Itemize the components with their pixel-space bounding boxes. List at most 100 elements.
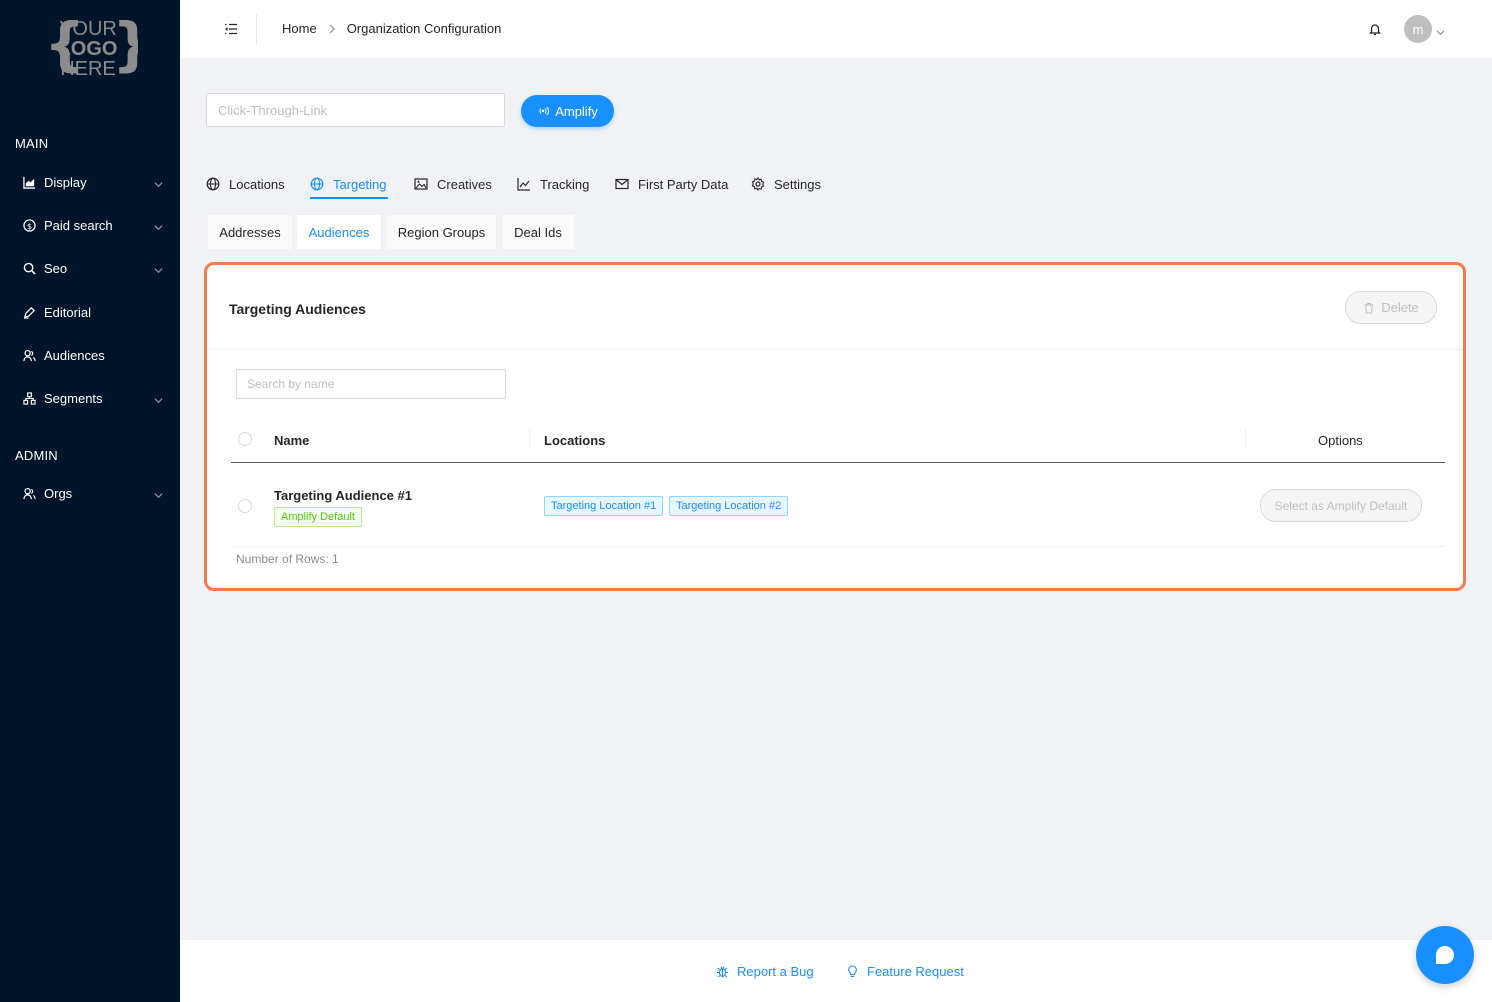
logo: { } YOUR LOGO HERE (38, 10, 153, 84)
globe-icon (310, 177, 324, 191)
sidebar-item-seo[interactable]: Seo (0, 250, 180, 286)
logo-line-1: YOUR (59, 18, 117, 40)
bug-icon (717, 966, 728, 978)
line-chart-icon (517, 178, 530, 191)
sidebar-item-label: Editorial (44, 304, 91, 320)
search-icon (22, 261, 36, 275)
breadcrumb: Home Organization Configuration (282, 21, 501, 36)
select-all-radio[interactable] (238, 432, 252, 446)
breadcrumb-current: Organization Configuration (346, 21, 502, 36)
sidebar-item-label: Segments (44, 390, 103, 406)
chevron-down-icon (154, 177, 163, 188)
tab-label: Creatives (437, 176, 492, 192)
section-label-admin: ADMIN (15, 448, 58, 463)
chat-bubble-icon (1436, 946, 1454, 964)
subtab-addresses[interactable]: Addresses (207, 214, 293, 249)
sidebar-item-label: Seo (44, 260, 68, 276)
header-divider (256, 14, 257, 44)
location-tag: Targeting Location #2 (669, 496, 789, 516)
sidebar-item-label: Display (44, 174, 87, 190)
feature-request-label: Feature Request (867, 964, 964, 979)
chevron-down-icon (154, 488, 163, 499)
sidebar-item-label: Paid search (44, 217, 113, 233)
chevron-right-icon (328, 24, 336, 34)
chevron-down-icon (154, 220, 163, 231)
sidebar-item-paid-search[interactable]: $ Paid search (0, 207, 180, 243)
chevron-down-icon[interactable] (1436, 25, 1445, 36)
column-header-name: Name (274, 433, 310, 448)
column-separator (529, 429, 530, 449)
chat-widget-button[interactable] (1416, 926, 1474, 984)
pen-icon (22, 305, 36, 319)
row-select-radio[interactable] (238, 499, 252, 513)
report-bug-label: Report a Bug (737, 964, 814, 979)
section-label-main: MAIN (15, 136, 49, 151)
logo-line-3: HERE (60, 58, 116, 80)
amplify-label: Amplify (555, 103, 598, 119)
tab-label: Settings (774, 176, 821, 192)
sidebar-item-display[interactable]: Display (0, 164, 180, 200)
tab-first-party-data[interactable]: First Party Data (615, 170, 728, 198)
tab-creatives[interactable]: Creatives (414, 170, 492, 198)
select-as-amplify-default-button[interactable]: Select as Amplify Default (1260, 489, 1422, 522)
header: Home Organization Configuration m (180, 0, 1492, 58)
click-through-link-input[interactable] (206, 93, 505, 127)
tab-settings[interactable]: Settings (751, 170, 821, 198)
delete-button[interactable]: Delete (1345, 291, 1437, 324)
row-divider (231, 546, 1445, 547)
user-group-icon (22, 348, 36, 362)
active-tab-indicator (310, 197, 388, 199)
svg-text:$: $ (26, 220, 31, 230)
trash-icon (1364, 302, 1374, 313)
card-title: Targeting Audiences (229, 301, 366, 317)
amplify-default-tag: Amplify Default (274, 507, 362, 527)
column-header-locations: Locations (544, 433, 606, 448)
bulb-icon (848, 965, 857, 978)
mail-icon (615, 178, 629, 190)
sidebar-item-orgs[interactable]: Orgs (0, 475, 180, 511)
footer: Report a Bug Feature Request (180, 940, 1492, 1002)
tab-label: Tracking (540, 176, 590, 192)
sidebar-item-editorial[interactable]: Editorial (0, 294, 180, 330)
broadcast-icon (539, 106, 550, 116)
amplify-button[interactable]: Amplify (521, 95, 614, 127)
breadcrumb-home[interactable]: Home (282, 21, 317, 36)
audience-name: Targeting Audience #1 (274, 488, 412, 503)
dollar-icon: $ (22, 218, 36, 232)
targeting-audiences-card: Targeting Audiences Delete Name Location… (204, 262, 1466, 591)
tab-tracking[interactable]: Tracking (517, 170, 589, 198)
column-header-options: Options (1318, 433, 1363, 448)
chevron-down-icon (154, 263, 163, 274)
sidebar-item-label: Orgs (44, 485, 73, 501)
avatar[interactable]: m (1404, 15, 1432, 43)
tab-label: First Party Data (638, 176, 729, 192)
globe-icon (206, 177, 220, 191)
subtab-audiences[interactable]: Audiences (296, 214, 382, 249)
tab-locations[interactable]: Locations (206, 170, 285, 198)
subtab-deal-ids[interactable]: Deal Ids (501, 214, 575, 249)
search-input[interactable] (236, 369, 506, 399)
column-separator (1245, 429, 1246, 449)
tab-label: Targeting (333, 176, 387, 192)
subtab-region-groups[interactable]: Region Groups (386, 214, 497, 249)
picture-icon (414, 178, 428, 190)
menu-fold-icon[interactable] (224, 22, 238, 36)
bell-icon[interactable] (1368, 22, 1382, 36)
sidebar-item-label: Audiences (44, 347, 105, 363)
sidebar-item-audiences[interactable]: Audiences (0, 337, 180, 373)
area-chart-icon (22, 175, 36, 189)
location-tag: Targeting Location #1 (544, 496, 664, 516)
cluster-icon (22, 391, 36, 405)
card-divider (207, 349, 1463, 350)
tab-label: Locations (229, 176, 285, 192)
logo-line-2: LOGO (59, 38, 118, 60)
report-bug-link[interactable]: Report a Bug (716, 964, 814, 979)
tab-targeting[interactable]: Targeting (310, 170, 386, 198)
feature-request-link[interactable]: Feature Request (846, 964, 964, 979)
sidebar-item-segments[interactable]: Segments (0, 380, 180, 416)
row-count: Number of Rows: 1 (236, 552, 339, 566)
chevron-down-icon (154, 393, 163, 404)
table-header-border (231, 462, 1445, 463)
sidebar: { } YOUR LOGO HERE MAIN Display $ Paid s… (0, 0, 180, 1002)
gear-icon (751, 177, 765, 191)
